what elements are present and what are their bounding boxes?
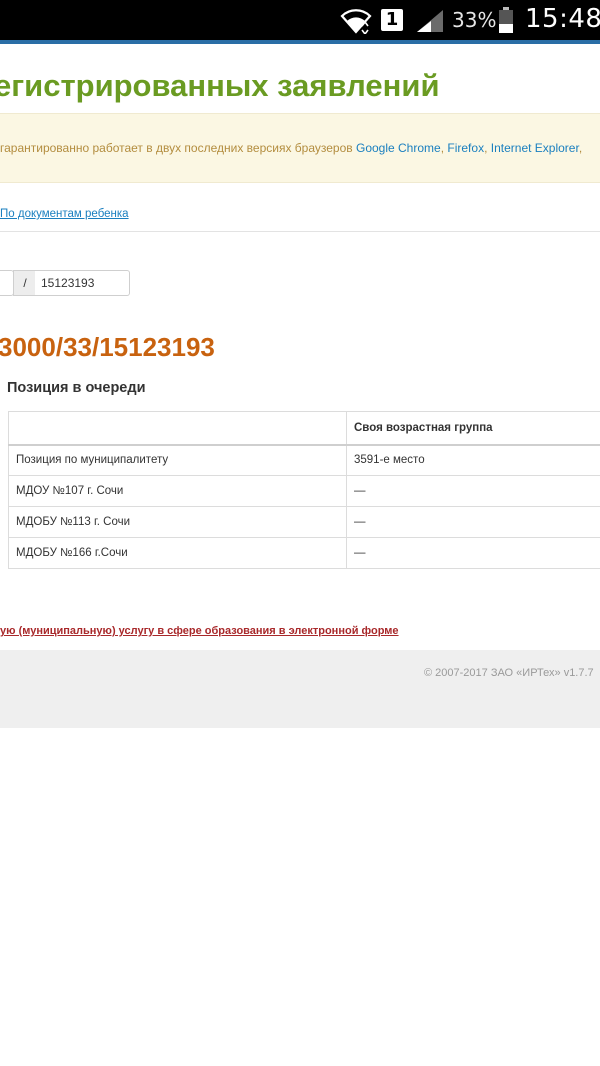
queue-position-heading: Позиция в очереди [7, 380, 146, 396]
table-row: МДОБУ №166 г.Сочи — [8, 537, 600, 569]
page-title: егистрированных заявлений [0, 68, 440, 103]
application-number: 3000/33/15123193 [0, 332, 215, 362]
queue-position-table: Своя возрастная группа Позиция по муници… [8, 411, 600, 569]
clock: 15:48 [525, 4, 600, 34]
search-by-child-documents-link[interactable]: По документам ребенка [0, 208, 129, 220]
sim-slot-icon: 1 [381, 9, 403, 31]
table-cell-value: 3591-е место [346, 444, 600, 476]
table-header-cell [8, 411, 347, 446]
table-row: МДОБУ №113 г. Сочи — [8, 506, 600, 538]
browser-link-ie[interactable]: Internet Explorer [491, 141, 579, 155]
slash-addon: / [13, 270, 37, 296]
table-cell-value: — [346, 506, 600, 538]
header-accent-bar [0, 40, 600, 44]
table-row: Позиция по муниципалитету 3591-е место [8, 444, 600, 476]
table-cell-label: МДОБУ №166 г.Сочи [8, 537, 347, 569]
notice-trailing-comma: , [578, 141, 583, 155]
table-cell-label: Позиция по муниципалитету [8, 444, 347, 476]
table-header-row: Своя возрастная группа [8, 411, 600, 446]
browser-notice: гарантированно работает в двух последних… [0, 113, 600, 183]
table-cell-value: — [346, 475, 600, 507]
table-cell-label: МДОБУ №113 г. Сочи [8, 506, 347, 538]
wifi-icon [340, 9, 372, 34]
browser-link-firefox[interactable]: Firefox [447, 141, 484, 155]
application-prefix-input[interactable] [0, 270, 14, 296]
signal-icon [417, 10, 443, 32]
table-cell-value: — [346, 537, 600, 569]
notice-separator: , [440, 141, 445, 155]
divider [0, 231, 600, 232]
notice-separator: , [484, 141, 488, 155]
electronic-service-link[interactable]: ую (муниципальную) услугу в сфере образо… [0, 625, 399, 637]
battery-percent: 33% [452, 8, 497, 32]
browser-link-chrome[interactable]: Google Chrome [356, 141, 441, 155]
application-number-input[interactable]: 15123193 [35, 270, 130, 296]
battery-icon [499, 7, 513, 33]
copyright: © 2007-2017 ЗАО «ИРТех» v1.7.7 [424, 667, 594, 679]
footer: © 2007-2017 ЗАО «ИРТех» v1.7.7 [0, 650, 600, 728]
notice-message: гарантированно работает в двух последних… [0, 141, 353, 155]
table-cell-label: МДОУ №107 г. Сочи [8, 475, 347, 507]
table-row: МДОУ №107 г. Сочи — [8, 475, 600, 507]
status-bar: 1 33% 15:48 [0, 0, 600, 40]
notice-text: гарантированно работает в двух последних… [0, 141, 582, 155]
table-header-cell: Своя возрастная группа [346, 411, 600, 446]
